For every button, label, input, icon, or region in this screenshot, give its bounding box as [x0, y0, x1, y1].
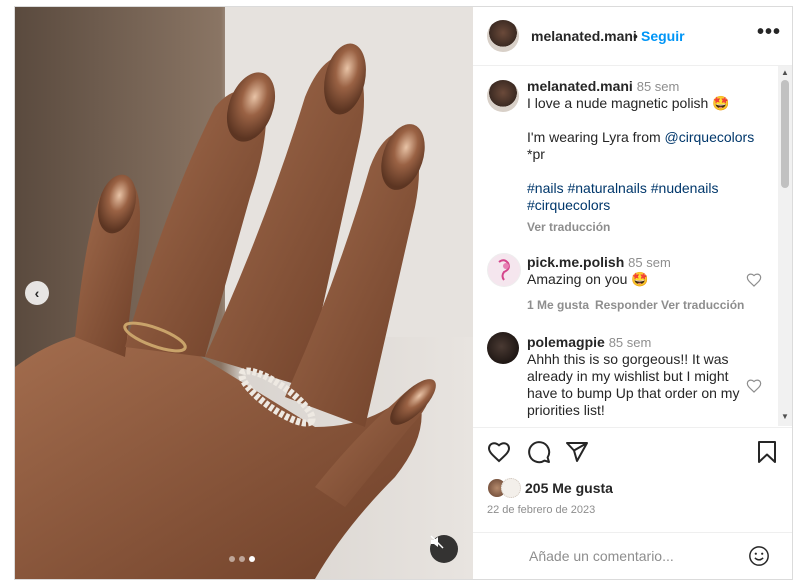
muted-speaker-icon	[430, 535, 444, 549]
comment-input[interactable]: Añade un comentario...	[529, 548, 674, 564]
comment-text: have to bump Up that order on my	[527, 385, 740, 401]
comment-time: 85 sem	[608, 335, 652, 350]
post-dialog: ‹ melanated.mani • Seguir ••• melanated.…	[14, 6, 793, 580]
smiley-icon[interactable]	[748, 545, 770, 567]
caption-line: I love a nude magnetic polish 🤩	[527, 95, 730, 111]
caption-time: 85 sem	[636, 79, 680, 94]
hashtag-links[interactable]: #nails #naturalnails #nudenails	[527, 180, 718, 196]
more-options-button[interactable]: •••	[757, 21, 781, 44]
comment-text: Amazing on you 🤩	[527, 271, 649, 287]
comments-scrollbar[interactable]: ▲ ▼	[778, 66, 792, 426]
separator-dot: •	[633, 28, 638, 44]
carousel-indicator	[229, 556, 255, 562]
post-side-panel: melanated.mani • Seguir ••• melanated.ma…	[473, 7, 792, 579]
reply-button[interactable]: Responder	[595, 298, 658, 312]
caption-username[interactable]: melanated.mani	[527, 78, 633, 94]
carousel-dot	[229, 556, 235, 562]
author-username[interactable]: melanated.mani	[531, 28, 637, 44]
see-translation-link[interactable]: Ver traducción	[527, 220, 610, 234]
scroll-down-arrow-icon[interactable]: ▼	[781, 412, 789, 421]
previous-slide-button[interactable]: ‹	[25, 281, 49, 305]
post-header: melanated.mani • Seguir •••	[473, 7, 792, 66]
heart-icon[interactable]	[746, 272, 762, 288]
comment: polemagpie 85 sem Ahhh this is so gorgeo…	[527, 334, 742, 419]
avatar[interactable]	[487, 20, 519, 52]
scrollbar-thumb[interactable]	[781, 80, 789, 188]
mention-link[interactable]: @cirquecolors	[665, 129, 755, 145]
avatar[interactable]	[487, 332, 519, 364]
avatar[interactable]	[487, 80, 519, 112]
see-translation-link[interactable]: Ver traducción	[661, 298, 744, 312]
carousel-dot-active	[249, 556, 255, 562]
avatar	[501, 478, 521, 498]
comment: pick.me.polish 85 sem Amazing on you 🤩	[527, 254, 742, 288]
comment-text: priorities list!	[527, 402, 605, 418]
caption: melanated.mani 85 sem I love a nude magn…	[527, 78, 772, 214]
caption-line: *pr	[527, 146, 545, 162]
post-media[interactable]: ‹	[15, 7, 473, 579]
comment-username[interactable]: polemagpie	[527, 334, 605, 350]
comment-likes-count[interactable]: 1 Me gusta	[527, 298, 589, 312]
mute-button[interactable]	[430, 535, 458, 563]
comment-time: 85 sem	[628, 255, 671, 270]
hand-photo	[15, 7, 473, 579]
scroll-up-arrow-icon[interactable]: ▲	[781, 68, 789, 77]
post-actions: 205 Me gusta 22 de febrero de 2023 Añade…	[473, 427, 792, 579]
add-comment-bar: Añade un comentario...	[473, 532, 792, 579]
comments-list[interactable]: melanated.mani 85 sem I love a nude magn…	[473, 66, 778, 426]
comment-username[interactable]: pick.me.polish	[527, 254, 624, 270]
comment-icon[interactable]	[527, 440, 551, 464]
heart-icon[interactable]	[487, 440, 511, 464]
avatar[interactable]	[487, 253, 521, 287]
send-icon[interactable]	[565, 440, 589, 464]
caption-line: I'm wearing Lyra from	[527, 129, 665, 145]
post-date[interactable]: 22 de febrero de 2023	[487, 504, 595, 516]
liked-by-avatars[interactable]	[487, 478, 521, 498]
follow-button[interactable]: Seguir	[641, 28, 685, 44]
hashtag-links[interactable]: #cirquecolors	[527, 197, 610, 213]
heart-icon[interactable]	[746, 378, 762, 394]
comment-text: already in my wishlist but I might	[527, 368, 729, 384]
bookmark-icon[interactable]	[755, 440, 779, 464]
carousel-dot	[239, 556, 245, 562]
likes-count[interactable]: 205 Me gusta	[525, 480, 613, 496]
chevron-left-icon: ‹	[34, 285, 40, 301]
comment-text: Ahhh this is so gorgeous!! It was	[527, 351, 729, 367]
commenter-logo	[498, 259, 510, 281]
